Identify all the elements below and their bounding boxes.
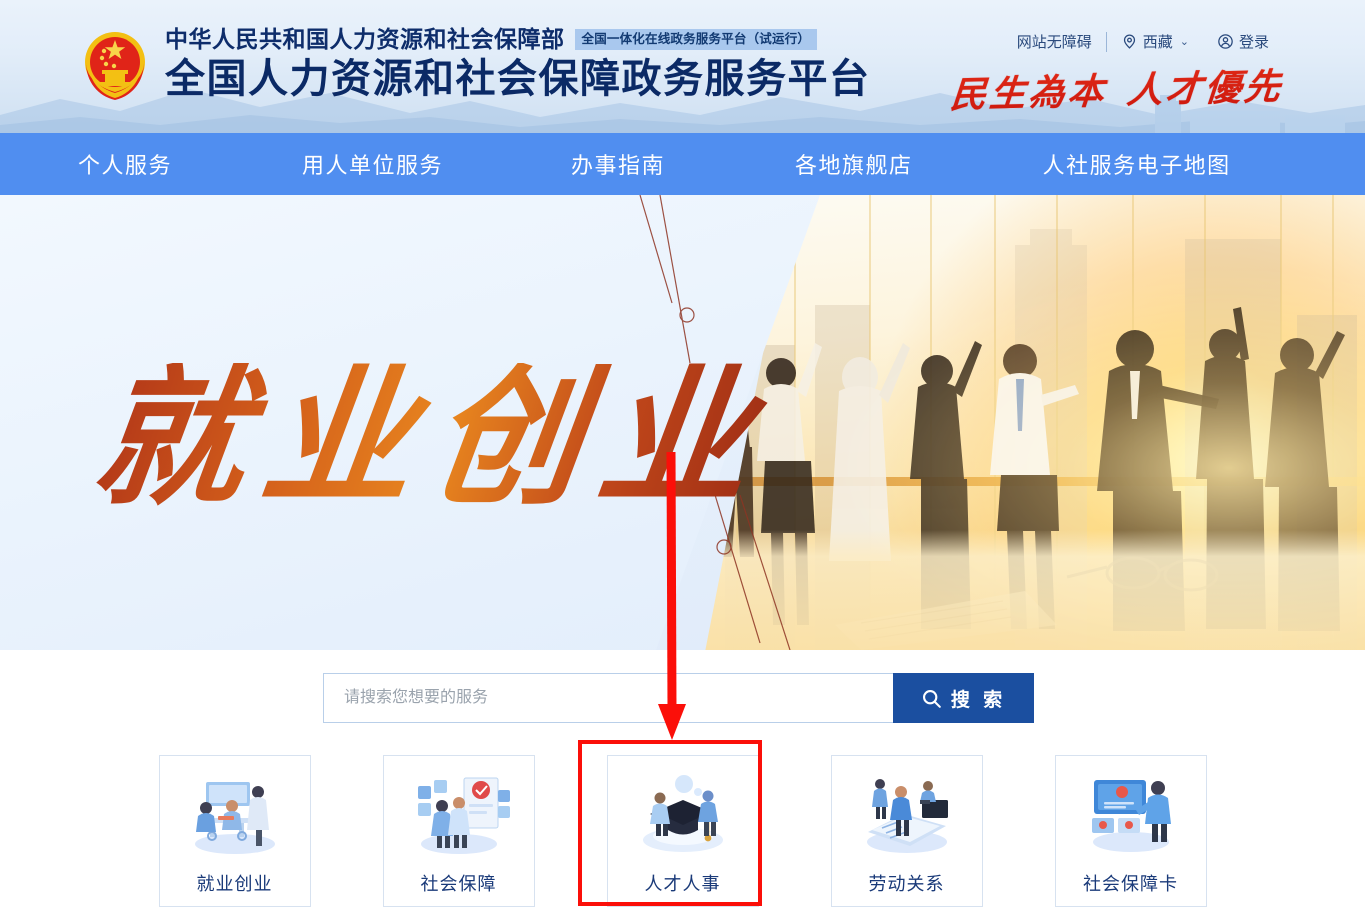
category-card-labor-relations[interactable]: 劳动关系 bbox=[830, 755, 983, 907]
accessibility-link[interactable]: 网站无障碍 bbox=[1003, 31, 1106, 52]
site-header: 中华人民共和国人力资源和社会保障部 全国一体化在线政务服务平台（试运行） 全国人… bbox=[0, 0, 1365, 133]
page-title: 全国人力资源和社会保障政务服务平台 bbox=[165, 57, 871, 101]
ministry-row: 中华人民共和国人力资源和社会保障部 全国一体化在线政务服务平台（试运行） bbox=[165, 28, 871, 51]
region-label: 西藏 bbox=[1142, 34, 1173, 51]
platform-badge: 全国一体化在线政务服务平台（试运行） bbox=[574, 29, 818, 50]
category-cards: 就业创业 社会保障 人才人事 劳动关系 社会保障卡 bbox=[0, 755, 1365, 907]
hero-calligraphy-title: 就业创业 bbox=[85, 350, 779, 526]
nav-item-service-guide[interactable]: 办事指南 bbox=[571, 148, 665, 180]
hero-banner: 就业创业 大 众 创 业 万 众 创 新 bbox=[0, 195, 1365, 650]
login-link[interactable]: 登录 bbox=[1203, 31, 1283, 52]
search-input[interactable] bbox=[323, 673, 893, 723]
slogan-part-2: 人才優先 bbox=[1125, 58, 1285, 114]
category-card-label: 人才人事 bbox=[644, 874, 721, 894]
region-selector[interactable]: 西藏 ⌄ bbox=[1107, 31, 1203, 52]
location-pin-icon bbox=[1121, 33, 1138, 50]
labor-relations-icon bbox=[854, 770, 960, 862]
header-slogan-calligraphy: 民生為本 人才優先 bbox=[949, 58, 1286, 119]
utility-bar: 网站无障碍 西藏 ⌄ 登录 bbox=[1003, 31, 1283, 52]
category-card-talent-personnel[interactable]: 人才人事 bbox=[606, 755, 759, 907]
talent-personnel-icon bbox=[630, 770, 736, 862]
page-root: 中华人民共和国人力资源和社会保障部 全国一体化在线政务服务平台（试运行） 全国人… bbox=[0, 0, 1365, 907]
category-card-employment-startup[interactable]: 就业创业 bbox=[158, 755, 311, 907]
nav-item-personal-services[interactable]: 个人服务 bbox=[78, 148, 172, 180]
main-navigation: 个人服务 用人单位服务 办事指南 各地旗舰店 人社服务电子地图 bbox=[0, 133, 1365, 195]
category-card-social-security[interactable]: 社会保障 bbox=[382, 755, 535, 907]
nav-item-regional-stores[interactable]: 各地旗舰店 bbox=[795, 148, 913, 180]
login-label: 登录 bbox=[1238, 34, 1269, 51]
national-emblem-icon bbox=[78, 26, 152, 104]
accessibility-label: 网站无障碍 bbox=[1016, 34, 1092, 51]
header-titles: 中华人民共和国人力资源和社会保障部 全国一体化在线政务服务平台（试运行） 全国人… bbox=[165, 28, 871, 101]
category-card-social-security-card[interactable]: 社会保障卡 bbox=[1054, 755, 1207, 907]
slogan-part-1: 民生為本 bbox=[949, 62, 1109, 118]
category-card-label: 社会保障 bbox=[420, 874, 497, 894]
search-button[interactable]: 搜 索 bbox=[893, 673, 1034, 723]
category-card-label: 社会保障卡 bbox=[1083, 874, 1178, 894]
nav-item-employer-services[interactable]: 用人单位服务 bbox=[302, 148, 443, 180]
social-security-card-icon bbox=[1078, 770, 1184, 862]
nav-item-service-map[interactable]: 人社服务电子地图 bbox=[1043, 148, 1231, 180]
search-bar: 搜 索 bbox=[323, 673, 1034, 723]
employment-startup-icon bbox=[182, 770, 288, 862]
ministry-name: 中华人民共和国人力资源和社会保障部 bbox=[165, 26, 565, 52]
search-icon bbox=[922, 689, 941, 708]
search-button-label: 搜 索 bbox=[950, 689, 1007, 711]
category-card-label: 劳动关系 bbox=[868, 874, 945, 894]
chevron-down-icon: ⌄ bbox=[1179, 36, 1189, 48]
category-card-label: 就业创业 bbox=[196, 874, 273, 894]
social-security-icon bbox=[406, 770, 512, 862]
user-circle-icon bbox=[1217, 33, 1234, 50]
